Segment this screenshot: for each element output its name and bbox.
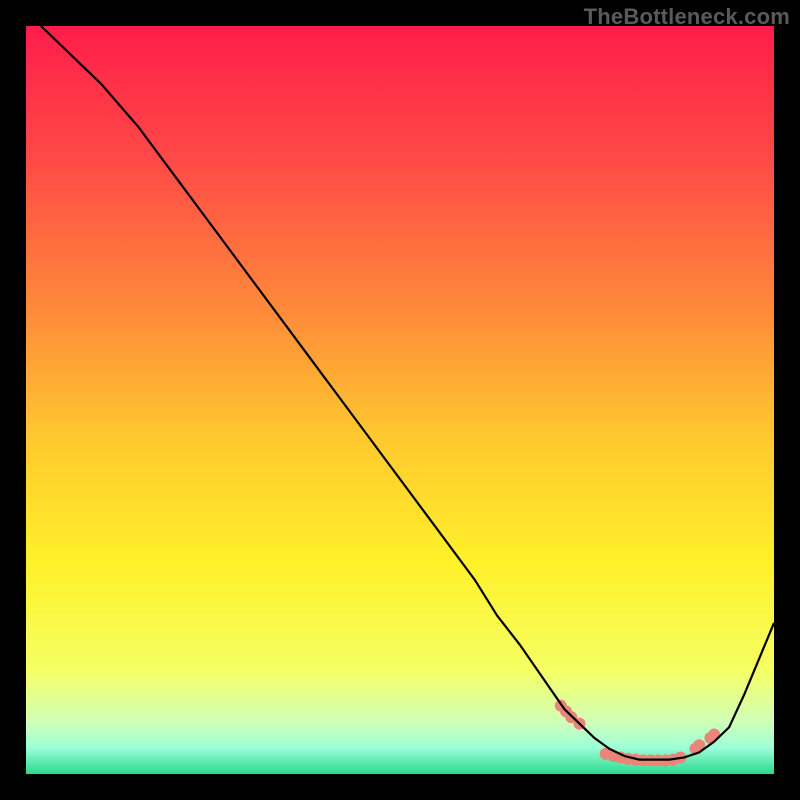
plot-area <box>26 26 774 774</box>
chart-svg <box>26 26 774 774</box>
chart-frame: TheBottleneck.com <box>0 0 800 800</box>
gradient-background <box>26 26 774 774</box>
